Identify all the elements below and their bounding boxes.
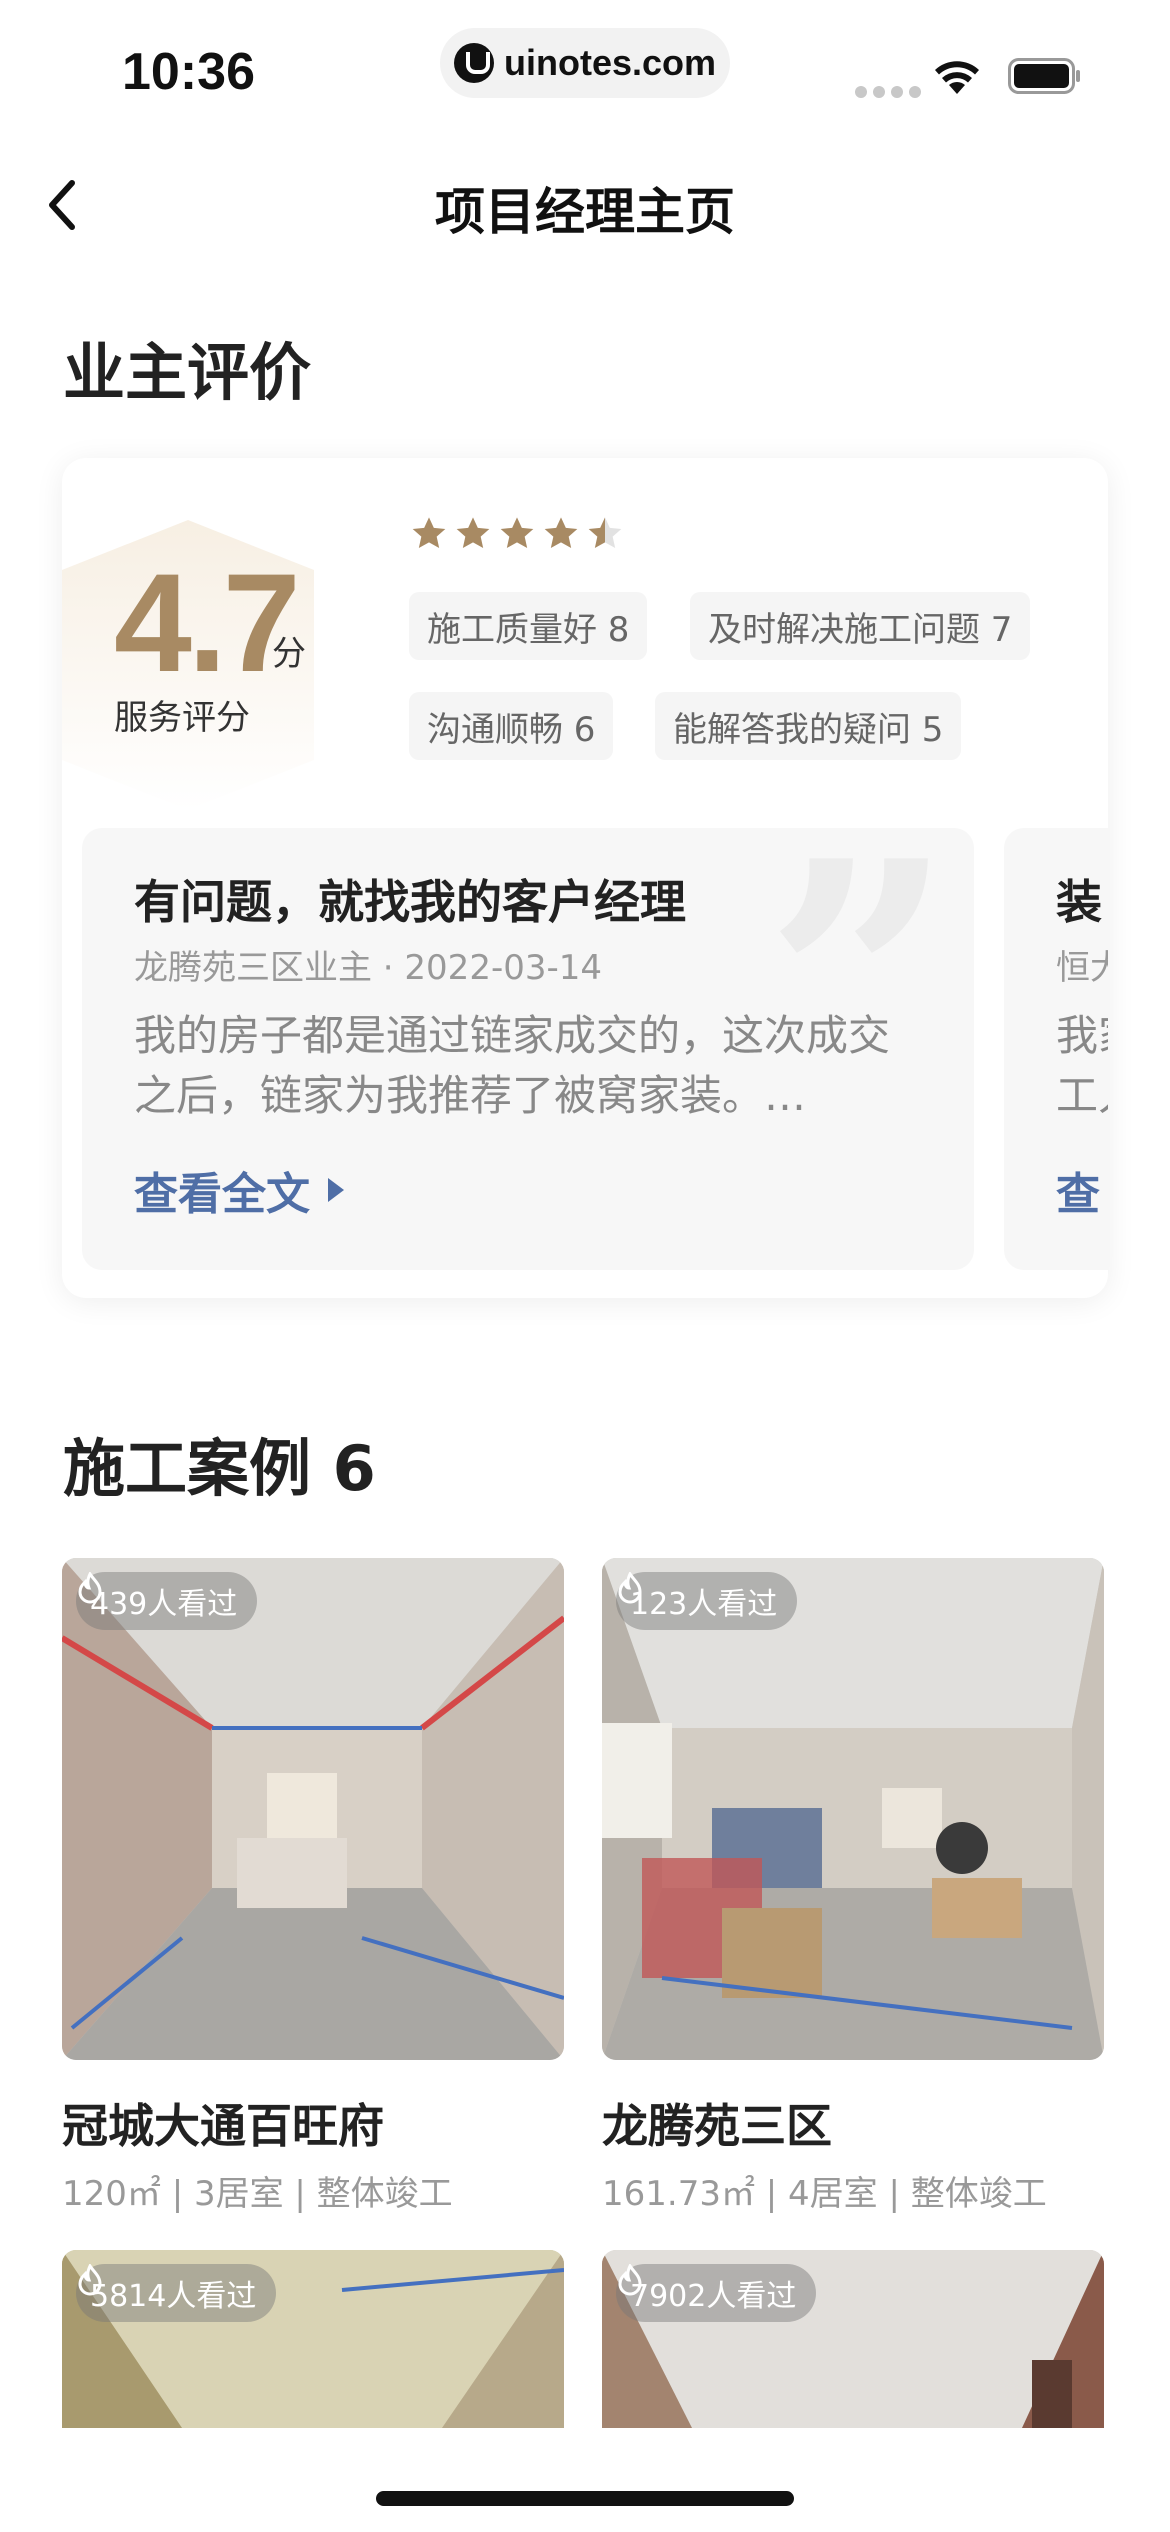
service-score-value: 4.7 bbox=[114, 544, 301, 701]
review-excerpt: 我家 工人 bbox=[1056, 1011, 1108, 1120]
review-meta: 恒大 bbox=[1056, 948, 1108, 988]
case-card[interactable]: 5814人看过 bbox=[62, 2250, 564, 2428]
read-full-label: 查 bbox=[1056, 1169, 1100, 1220]
review-tag[interactable]: 及时解决施工问题 7 bbox=[690, 592, 1031, 660]
case-photo: 7902人看过 bbox=[602, 2250, 1104, 2428]
views-count: 123人看过 bbox=[630, 1587, 778, 1622]
review-tag[interactable]: 能解答我的疑问 5 bbox=[655, 692, 962, 760]
review-quote-card[interactable]: ” 有问题，就找我的客户经理 龙腾苑三区业主 · 2022-03-14 我的房子… bbox=[82, 828, 974, 1270]
review-title: 有问题，就找我的客户经理 bbox=[134, 875, 686, 929]
page-title: 项目经理主页 bbox=[435, 183, 735, 241]
site-logo-icon bbox=[453, 43, 494, 83]
reviews-section-title: 业主评价 bbox=[63, 336, 312, 409]
views-count: 439人看过 bbox=[90, 1587, 238, 1622]
review-quote-card[interactable]: 装 恒大 我家 工人 查 bbox=[1004, 828, 1108, 1270]
review-tag[interactable]: 沟通顺畅 6 bbox=[409, 692, 614, 760]
half-star-icon bbox=[588, 517, 622, 548]
review-summary-card: 4.7 分 服务评分 施工质量好 8 及时解决施工问题 7 沟通顺畅 6 能解答… bbox=[62, 458, 1108, 1298]
case-photo: 123人看过 bbox=[602, 1558, 1104, 2060]
status-time: 10:36 bbox=[122, 43, 255, 101]
views-count: 5814人看过 bbox=[90, 2279, 257, 2314]
url-pill[interactable]: uinotes.com bbox=[440, 28, 730, 98]
flame-icon bbox=[78, 1572, 102, 1604]
home-indicator[interactable] bbox=[376, 2491, 794, 2506]
star-icon bbox=[456, 517, 490, 548]
views-badge: 439人看过 bbox=[76, 1572, 258, 1630]
case-photo: 439人看过 bbox=[62, 1558, 564, 2060]
service-score-label: 服务评分 bbox=[114, 698, 250, 738]
bottom-safe-area bbox=[0, 2428, 1170, 2532]
url-text: uinotes.com bbox=[503, 42, 717, 83]
star-icon bbox=[500, 517, 534, 548]
play-right-icon bbox=[328, 1178, 344, 1202]
case-name: 冠城大通百旺府 bbox=[62, 2099, 384, 2153]
case-meta: 120㎡ | 3居室 | 整体竣工 bbox=[62, 2174, 453, 2214]
case-card[interactable]: 123人看过 龙腾苑三区 161.73㎡ | 4居室 | 整体竣工 bbox=[602, 1558, 1104, 2214]
cellular-signal-icon bbox=[855, 86, 921, 98]
views-badge: 7902人看过 bbox=[616, 2264, 817, 2322]
star-icon bbox=[544, 517, 578, 548]
read-full-link[interactable]: 查 bbox=[1056, 1158, 1100, 1222]
views-badge: 5814人看过 bbox=[76, 2264, 277, 2322]
flame-icon bbox=[618, 2264, 642, 2296]
cases-section-title: 施工案例 6 bbox=[63, 1432, 376, 1505]
case-meta: 161.73㎡ | 4居室 | 整体竣工 bbox=[602, 2174, 1047, 2214]
review-excerpt: 我的房子都是通过链家成交的，这次成交之后，链家为我推荐了被窝家装。… bbox=[134, 1011, 891, 1120]
flame-icon bbox=[78, 2264, 102, 2296]
star-rating bbox=[409, 514, 625, 554]
views-count: 7902人看过 bbox=[630, 2279, 797, 2314]
case-card[interactable]: 439人看过 冠城大通百旺府 120㎡ | 3居室 | 整体竣工 bbox=[62, 1558, 564, 2214]
review-tag[interactable]: 施工质量好 8 bbox=[409, 592, 648, 660]
review-title: 装 bbox=[1056, 875, 1102, 929]
status-bar: 10:36 uinotes.com bbox=[0, 0, 1170, 130]
flame-icon bbox=[618, 1572, 642, 1604]
wifi-icon bbox=[935, 61, 979, 94]
construction-room-image bbox=[602, 1558, 1104, 2060]
construction-room-image bbox=[62, 1558, 564, 2060]
service-score-unit: 分 bbox=[272, 634, 306, 674]
star-icon bbox=[412, 517, 446, 548]
case-photo: 5814人看过 bbox=[62, 2250, 564, 2428]
read-full-label: 查看全文 bbox=[134, 1169, 310, 1220]
battery-icon bbox=[1008, 58, 1080, 94]
case-card[interactable]: 7902人看过 bbox=[602, 2250, 1104, 2428]
case-name: 龙腾苑三区 bbox=[602, 2099, 832, 2153]
views-badge: 123人看过 bbox=[616, 1572, 798, 1630]
read-full-link[interactable]: 查看全文 bbox=[134, 1158, 344, 1222]
review-meta: 龙腾苑三区业主 · 2022-03-14 bbox=[134, 948, 603, 988]
